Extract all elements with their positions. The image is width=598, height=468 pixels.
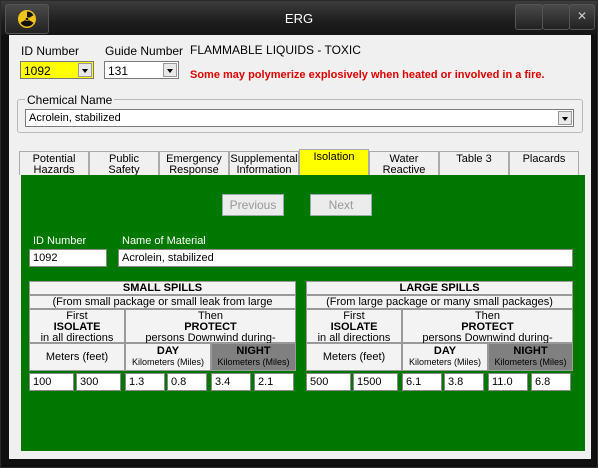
title-bar[interactable]: ERG ✕ [1, 1, 597, 35]
previous-button[interactable]: Previous [222, 194, 284, 216]
tab-water-reactive[interactable]: Water Reactive [369, 151, 439, 176]
chemical-name-combo[interactable]: Acrolein, stabilized [25, 109, 574, 127]
large-day-miles[interactable]: 3.8 [444, 373, 484, 391]
erg-window: ERG ✕ ID Number 1092 Guide Number 131 FL… [0, 0, 598, 468]
large-night-km[interactable]: 11.0 [488, 373, 528, 391]
tab-potential-hazards[interactable]: Potential Hazards [19, 151, 89, 176]
chemical-name-label: Chemical Name [25, 93, 115, 107]
small-day-miles[interactable]: 0.8 [167, 373, 207, 391]
large-protect-header: Then PROTECT persons Downwind during- [402, 309, 573, 344]
small-protect-header: Then PROTECT persons Downwind during- [125, 309, 296, 344]
small-day-header: DAY Kilometers (Miles) [125, 343, 211, 371]
material-name-field[interactable]: Acrolein, stabilized [118, 249, 573, 267]
large-day-km[interactable]: 6.1 [402, 373, 442, 391]
window-title: ERG [284, 11, 314, 26]
hazard-title: FLAMMABLE LIQUIDS - TOXIC [190, 43, 361, 57]
large-spills-subtitle: (From large package or many small packag… [306, 295, 573, 309]
chevron-down-icon[interactable] [558, 111, 572, 125]
guide-number-label: Guide Number [105, 44, 184, 58]
minimize-button[interactable] [515, 4, 543, 30]
close-button[interactable]: ✕ [569, 4, 595, 30]
small-night-miles[interactable]: 2.1 [254, 373, 294, 391]
tab-isolation[interactable]: Isolation [299, 149, 369, 175]
guide-number-combo[interactable]: 131 [104, 61, 179, 79]
next-button[interactable]: Next [310, 194, 372, 216]
tab-emergency-response[interactable]: Emergency Response [159, 151, 229, 176]
id-number-combo[interactable]: 1092 [20, 61, 94, 79]
large-meters-label: Meters (feet) [306, 343, 402, 371]
isolation-panel: Previous Next ID Number 1092 Name of Mat… [21, 175, 585, 451]
small-day-km[interactable]: 1.3 [125, 373, 165, 391]
large-spills-title: LARGE SPILLS [306, 281, 573, 295]
tab-public-safety[interactable]: Public Safety [89, 151, 159, 176]
large-night-miles[interactable]: 6.8 [531, 373, 571, 391]
hazard-warning: Some may polymerize explosively when hea… [190, 69, 545, 81]
material-id-label: ID Number [33, 235, 87, 247]
small-spills-title: SMALL SPILLS [29, 281, 296, 295]
large-isolate-meters[interactable]: 500 [306, 373, 351, 391]
chevron-down-icon[interactable] [78, 63, 92, 77]
material-name-label: Name of Material [122, 235, 206, 247]
id-number-label: ID Number [21, 44, 80, 58]
guide-number-value: 131 [108, 64, 129, 78]
large-day-header: DAY Kilometers (Miles) [402, 343, 488, 371]
large-isolate-feet[interactable]: 1500 [353, 373, 398, 391]
small-night-header: NIGHT Kilometers (Miles) [211, 343, 296, 371]
tab-placards[interactable]: Placards [509, 151, 579, 175]
maximize-button[interactable] [542, 4, 570, 30]
chemical-name-value: Acrolein, stabilized [29, 112, 121, 124]
tab-table-3[interactable]: Table 3 [439, 151, 509, 175]
small-isolate-meters[interactable]: 100 [29, 373, 74, 391]
material-id-field[interactable]: 1092 [29, 249, 107, 267]
chevron-down-icon[interactable] [163, 63, 177, 77]
small-spills-subtitle: (From small package or small leak from l… [29, 295, 296, 320]
main-content: ID Number 1092 Guide Number 131 FLAMMABL… [9, 35, 591, 459]
small-night-km[interactable]: 3.4 [211, 373, 251, 391]
id-number-value: 1092 [24, 64, 51, 78]
large-isolate-header: First ISOLATE in all directions [306, 309, 402, 344]
large-night-header: NIGHT Kilometers (Miles) [488, 343, 573, 371]
close-icon: ✕ [576, 9, 588, 23]
small-isolate-header: First ISOLATE in all directions [29, 309, 125, 344]
tab-supplemental-information[interactable]: Supplemental Information [229, 151, 299, 176]
tab-strip: Potential Hazards Public Safety Emergency R… [19, 149, 585, 176]
small-meters-label: Meters (feet) [29, 343, 125, 371]
small-isolate-feet[interactable]: 300 [76, 373, 121, 391]
